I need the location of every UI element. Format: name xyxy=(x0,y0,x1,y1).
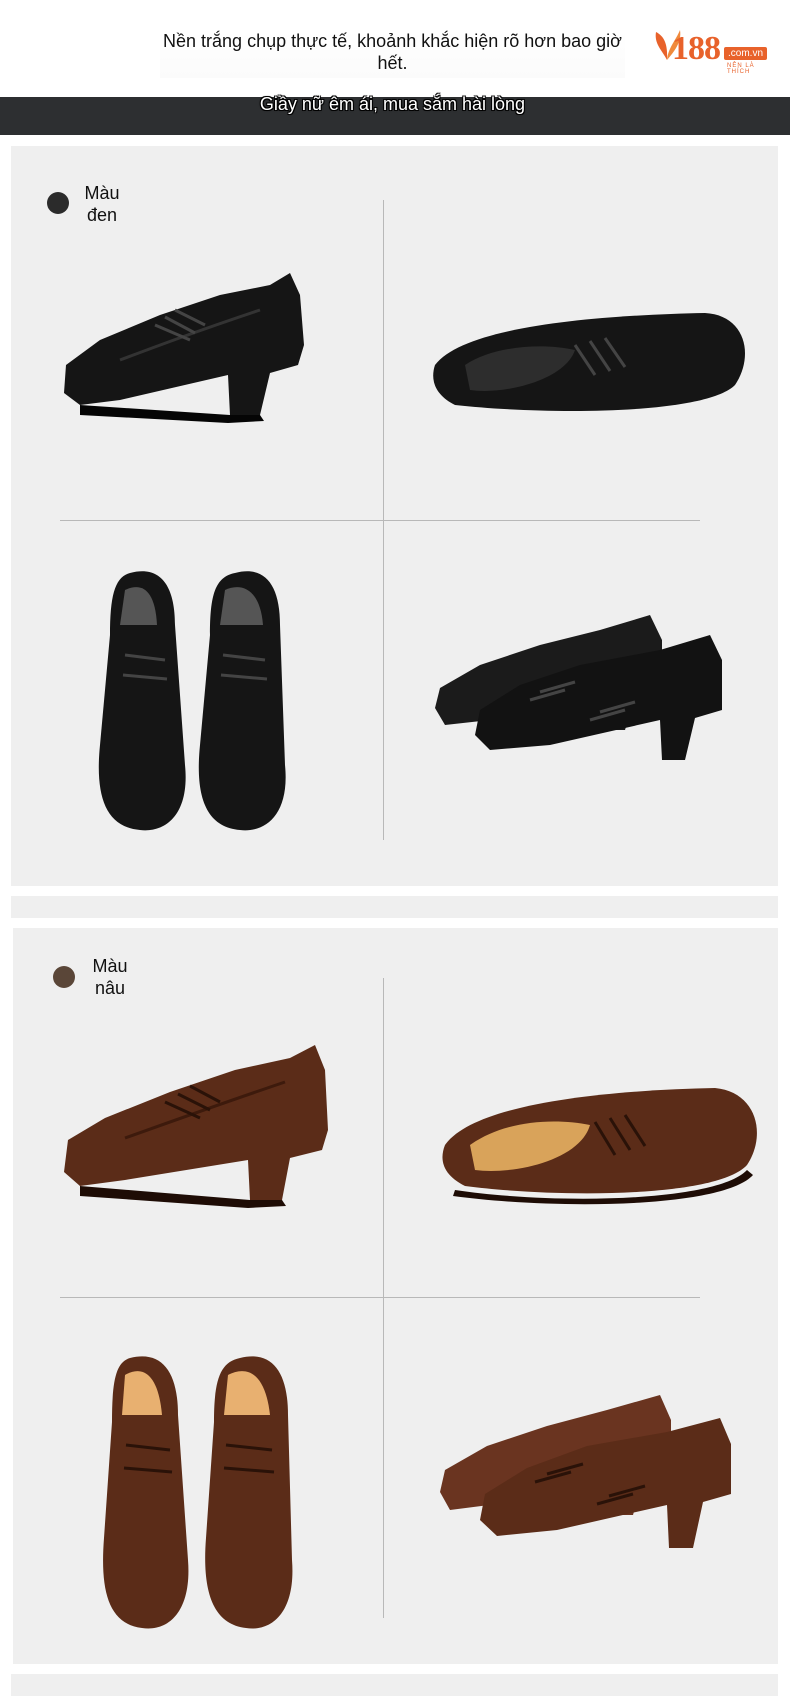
brown-shoe-top-view[interactable] xyxy=(100,1350,300,1635)
grid-divider-vertical xyxy=(383,978,384,1618)
color-swatch-brown[interactable] xyxy=(53,966,75,988)
grid-divider-horizontal xyxy=(60,1297,700,1298)
banner-text: Giầy nữ êm ái, mua sắm hài lòng xyxy=(259,94,526,114)
separator-strip xyxy=(11,896,778,918)
color-label-black: Màu đen xyxy=(84,183,120,225)
color-swatch-black[interactable] xyxy=(47,192,69,214)
color-label-brown: Màu nâu xyxy=(92,956,128,998)
logo-tagline: NÊN LÀ THÍCH xyxy=(727,63,755,75)
black-shoe-sole-view[interactable] xyxy=(425,305,755,425)
black-shoe-side-view[interactable] xyxy=(60,265,330,450)
brown-shoe-pair-view[interactable] xyxy=(435,1390,755,1600)
grid-divider-horizontal xyxy=(60,520,700,521)
black-shoe-top-view[interactable] xyxy=(95,565,295,835)
logo-domain: .com.vn xyxy=(724,47,768,60)
brown-shoe-sole-view[interactable] xyxy=(435,1080,765,1210)
header-caption: Nền trắng chụp thực tế, khoảnh khắc hiện… xyxy=(160,30,625,78)
separator-strip xyxy=(11,1674,778,1696)
logo-number: 188 xyxy=(672,30,721,67)
brown-shoe-side-view[interactable] xyxy=(60,1040,350,1235)
black-shoe-pair-view[interactable] xyxy=(430,610,750,810)
site-logo[interactable]: 188 .com.vn NÊN LÀ THÍCH xyxy=(652,22,774,75)
